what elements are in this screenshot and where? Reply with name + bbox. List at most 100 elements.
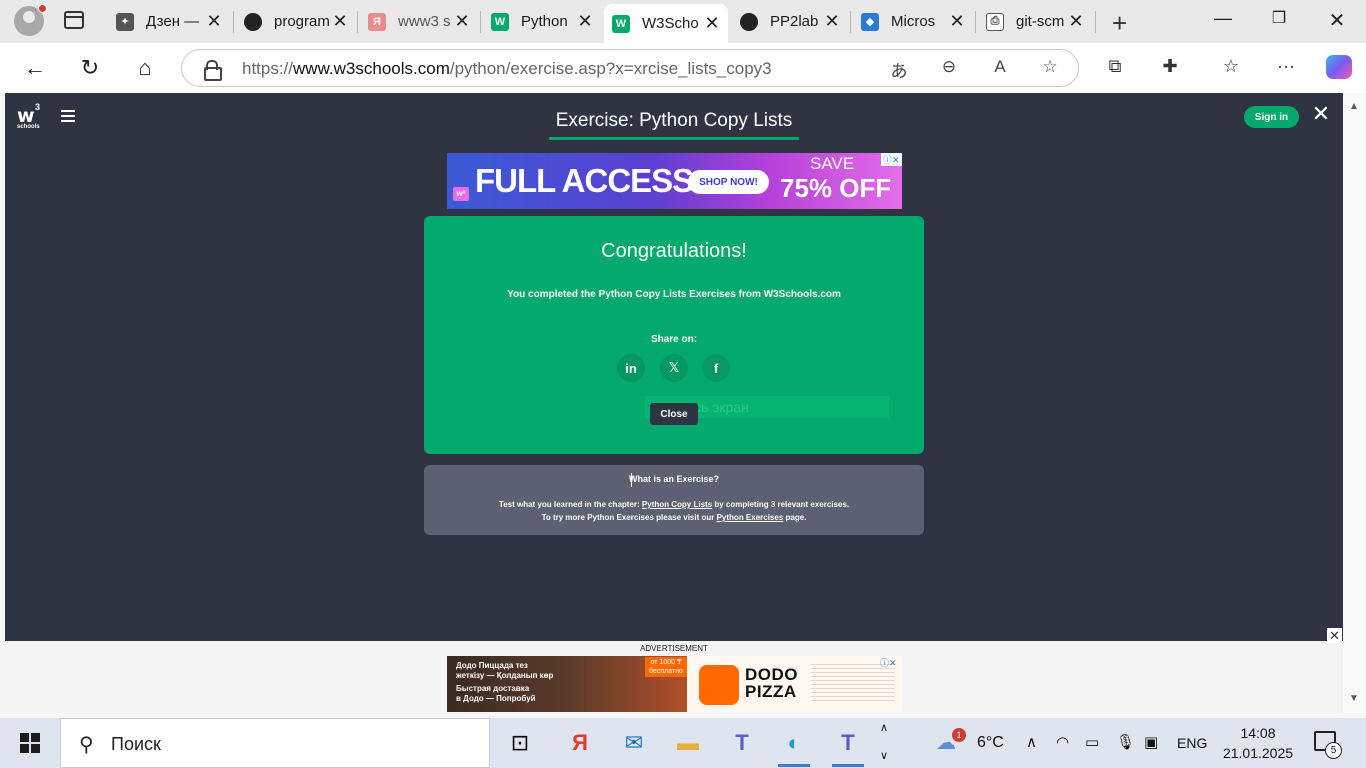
- home-icon[interactable]: ⌂: [130, 53, 160, 83]
- linkedin-icon[interactable]: in: [617, 354, 645, 382]
- dodo-logo-icon: [699, 665, 739, 705]
- zoom-icon[interactable]: ⊖: [937, 57, 961, 77]
- url-text[interactable]: https://www.w3schools.com/python/exercis…: [242, 59, 772, 79]
- language-indicator[interactable]: ENG: [1177, 735, 1207, 751]
- refresh-icon[interactable]: ↻: [75, 53, 105, 83]
- tab-www3[interactable]: Я www3 s ✕: [360, 4, 478, 39]
- tab-divider: [357, 11, 358, 33]
- bottom-ad-strip: ADVERTISEMENT ✕ Додо Пиццада тез жеткізу…: [0, 628, 1343, 713]
- close-icon[interactable]: ✕: [1310, 103, 1332, 125]
- close-icon[interactable]: ✕: [704, 13, 720, 34]
- tab-divider: [975, 11, 976, 33]
- python-exercises-link[interactable]: Python Exercises: [717, 513, 784, 522]
- tab-title: Micros: [891, 13, 936, 30]
- extensions-icon[interactable]: ✚: [1157, 56, 1183, 77]
- shop-now-button[interactable]: SHOP NOW!: [688, 170, 769, 194]
- close-icon[interactable]: ✕: [454, 11, 470, 32]
- yandex-favicon-icon: Я: [368, 12, 386, 31]
- close-icon[interactable]: ✕: [206, 11, 222, 32]
- ad-fine-print: [811, 664, 895, 704]
- copilot-icon[interactable]: [1326, 55, 1352, 79]
- edge-browser-icon[interactable]: ◐: [776, 725, 812, 767]
- battery-icon[interactable]: ▭: [1085, 733, 1099, 751]
- close-button[interactable]: Close: [650, 403, 698, 425]
- tab-actions-icon[interactable]: [64, 11, 84, 29]
- ad-line: жеткізу — Қолданып көр: [456, 671, 554, 680]
- sign-in-button[interactable]: Sign in: [1244, 106, 1299, 128]
- close-icon[interactable]: ✕: [577, 11, 593, 32]
- new-tab-icon[interactable]: +: [1112, 8, 1127, 39]
- logo-schools: schools: [17, 124, 40, 130]
- ad-banner[interactable]: w³ FULL ACCESS SHOP NOW! SAVE 75% OFF ⓘ✕: [447, 153, 902, 209]
- scroll-up-arrow-icon[interactable]: ▲: [1349, 101, 1359, 112]
- tab-divider: [1095, 11, 1096, 33]
- chapter-link[interactable]: Python Copy Lists: [642, 500, 712, 509]
- tab-pp2lab[interactable]: PP2lab ✕: [732, 4, 848, 39]
- scroll-tray-down-icon[interactable]: ∨: [880, 749, 888, 762]
- favorites-list-icon[interactable]: ☆: [1218, 56, 1244, 77]
- address-bar[interactable]: https://www.w3schools.com/python/exercis…: [181, 49, 1079, 87]
- notification-count: 5: [1325, 742, 1342, 759]
- tab-title: Дзен —: [146, 13, 200, 30]
- close-icon[interactable]: ✕: [949, 11, 965, 32]
- x-twitter-icon[interactable]: 𝕏: [660, 354, 688, 382]
- teams-work-icon[interactable]: T: [830, 725, 866, 767]
- scroll-down-arrow-icon[interactable]: ▼: [1349, 693, 1359, 704]
- mail-icon[interactable]: ✉: [616, 725, 652, 761]
- system-clock[interactable]: 14:08 21.01.2025: [1221, 723, 1295, 763]
- scroll-tray-up-icon[interactable]: ∧: [880, 721, 888, 734]
- favorite-star-icon[interactable]: ☆: [1038, 57, 1062, 77]
- profile-notification-dot: [38, 4, 47, 13]
- windows-start-icon[interactable]: [20, 733, 40, 753]
- tab-git-scm[interactable]: ⎙ git-scm ✕: [978, 4, 1092, 39]
- volume-icon[interactable]: ▣: [1144, 733, 1158, 751]
- microphone-icon[interactable]: 🎙: [1116, 733, 1135, 751]
- w3schools-logo[interactable]: w 3 schools: [17, 102, 45, 131]
- profile-avatar-icon[interactable]: [14, 4, 47, 36]
- tab-python[interactable]: W Python ✕: [483, 4, 601, 39]
- tab-title: Python: [521, 13, 568, 30]
- translate-icon[interactable]: あ: [887, 57, 911, 82]
- ad-choices-icon[interactable]: ⓘ✕: [880, 656, 897, 669]
- search-placeholder: Поиск: [111, 734, 161, 754]
- tab-microsoft[interactable]: ◆ Micros ✕: [853, 4, 973, 39]
- close-icon[interactable]: ✕: [1068, 11, 1084, 32]
- tab-program[interactable]: program ✕: [236, 4, 356, 39]
- tab-w3schools-active[interactable]: W W3Scho ✕: [604, 4, 728, 43]
- close-icon[interactable]: ✕: [332, 11, 348, 32]
- yandex-browser-icon[interactable]: Я: [562, 725, 598, 761]
- wifi-icon[interactable]: ◠: [1056, 733, 1069, 751]
- banner-headline: FULL ACCESS: [475, 162, 694, 199]
- task-view-icon[interactable]: ⊡: [502, 725, 538, 761]
- back-arrow-icon[interactable]: ←: [20, 53, 50, 83]
- ad-text: Додо Пиццада тез жеткізу — Қолданып көр …: [456, 661, 553, 704]
- page-scrollbar[interactable]: ▲ ▼: [1343, 93, 1366, 713]
- tab-title: www3 s: [398, 13, 451, 30]
- close-icon[interactable]: ✕: [824, 11, 840, 32]
- restore-icon[interactable]: ❐: [1264, 8, 1294, 28]
- taskbar-search[interactable]: ⚲ Поиск: [60, 718, 490, 768]
- tab-divider: [233, 11, 234, 33]
- ad-choices-icon[interactable]: ⓘ✕: [881, 153, 902, 166]
- read-aloud-icon[interactable]: A: [988, 57, 1012, 77]
- workspaces-icon[interactable]: ⧉: [1102, 56, 1128, 77]
- file-explorer-icon[interactable]: ▬: [670, 725, 706, 761]
- window-close-icon[interactable]: ✕: [1322, 8, 1352, 33]
- facebook-icon[interactable]: f: [702, 354, 730, 382]
- dodo-pizza-ad[interactable]: Додо Пиццада тез жеткізу — Қолданып көр …: [447, 656, 902, 712]
- tab-strip: ✦ Дзен — ✕ program ✕ Я www3 s ✕ W Python…: [0, 0, 1366, 43]
- windows-taskbar: ⚲ Поиск ⊡ Я ✉ ▬ T ◐ T ∧ ∨ ☁ 1 6°C ∧ ◠ ▭ …: [0, 718, 1366, 768]
- info-question: What is an Exercise?: [628, 474, 720, 484]
- show-hidden-icons-icon[interactable]: ∧: [1026, 733, 1037, 751]
- minimize-icon[interactable]: —: [1208, 8, 1238, 29]
- tab-dzen[interactable]: ✦ Дзен — ✕: [108, 4, 230, 39]
- teams-icon[interactable]: T: [724, 725, 760, 761]
- github-icon: [740, 12, 758, 31]
- weather-temperature[interactable]: 6°C: [977, 734, 1004, 752]
- banner-discount: 75% OFF: [780, 173, 892, 203]
- menu-icon[interactable]: [61, 110, 75, 122]
- more-menu-icon[interactable]: ···: [1273, 56, 1299, 77]
- advertisement-label: ADVERTISEMENT: [640, 644, 708, 653]
- lock-icon[interactable]: [204, 60, 222, 81]
- ad-close-icon[interactable]: ✕: [1327, 628, 1342, 643]
